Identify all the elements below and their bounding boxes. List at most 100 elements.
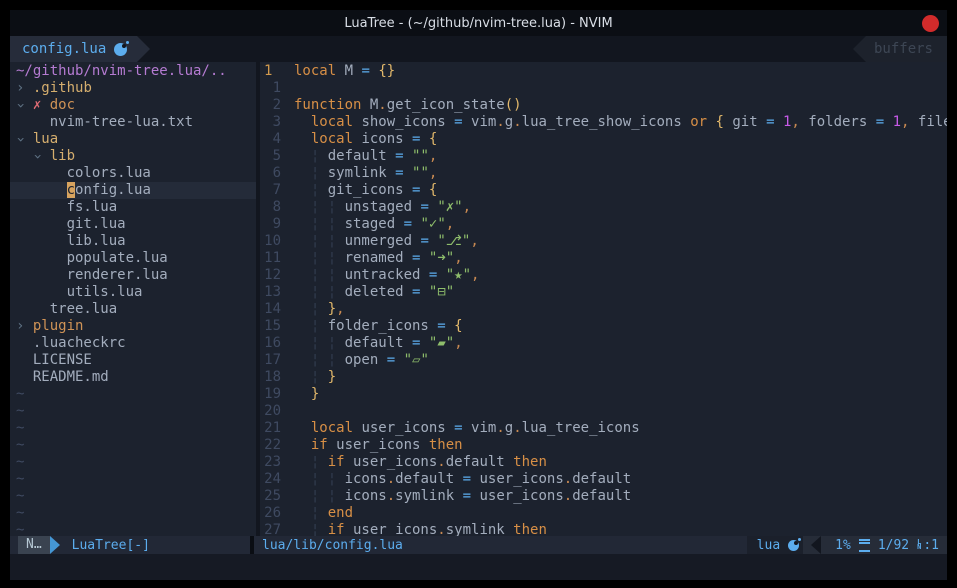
- token: .: [387, 488, 395, 504]
- tree-item-luacheckrc[interactable]: .luacheckrc: [16, 335, 256, 352]
- token: default: [345, 335, 412, 351]
- token: =: [463, 471, 471, 487]
- close-button[interactable]: [922, 15, 939, 32]
- token: default: [328, 148, 395, 164]
- tree-item-renderer-lua[interactable]: renderer.lua: [16, 267, 256, 284]
- code-line[interactable]: 4 local icons = {: [260, 131, 947, 148]
- code-line[interactable]: 9 ¦ ¦ staged = "✓",: [260, 216, 947, 233]
- token: doc: [50, 97, 75, 113]
- token: ¦: [294, 301, 328, 317]
- code-line[interactable]: 10 ¦ ¦ unmerged = "⎇",: [260, 233, 947, 250]
- command-line[interactable]: [10, 554, 947, 580]
- code-line[interactable]: 6 ¦ symlink = "",: [260, 165, 947, 182]
- code-line[interactable]: 16 ¦ ¦ default = "▰",: [260, 335, 947, 352]
- token: [884, 114, 892, 130]
- token: git_icons: [328, 182, 412, 198]
- token: {: [454, 318, 462, 334]
- code-line[interactable]: 5 ¦ default = "",: [260, 148, 947, 165]
- code-text: ¦ folder_icons = {: [290, 318, 947, 335]
- token: [420, 182, 428, 198]
- token: [404, 148, 412, 164]
- tree-item-utils-lua[interactable]: utils.lua: [16, 284, 256, 301]
- code-line[interactable]: 15 ¦ folder_icons = {: [260, 318, 947, 335]
- line-number: 8: [260, 199, 290, 216]
- token: ,: [463, 199, 471, 215]
- token: if: [311, 437, 328, 453]
- tree-item-fs-lua[interactable]: fs.lua: [16, 199, 256, 216]
- code-line[interactable]: 13 ¦ ¦ deleted = "⊟": [260, 284, 947, 301]
- token: user_icons: [353, 420, 454, 436]
- code-line[interactable]: 17 ¦ ¦ open = "▱": [260, 352, 947, 369]
- code-line[interactable]: 26 ¦ end: [260, 505, 947, 522]
- code-line[interactable]: 11 ¦ ¦ renamed = "➜",: [260, 250, 947, 267]
- token: "▰": [429, 335, 454, 351]
- token: symlink: [328, 165, 395, 181]
- buffers-tab[interactable]: buffers: [866, 36, 947, 62]
- tree-item-populate-lua[interactable]: populate.lua: [16, 250, 256, 267]
- token: lib: [50, 148, 75, 164]
- tree-item-doc[interactable]: › ✗ doc: [16, 97, 256, 114]
- token: =: [463, 488, 471, 504]
- token: ¦ ¦: [294, 335, 345, 351]
- status-line: N… LuaTree[-] lua/lib/config.lua lua 1% …: [10, 536, 947, 554]
- token: symlink: [446, 522, 513, 536]
- tree-item-license[interactable]: LICENSE: [16, 352, 256, 369]
- tree-root[interactable]: ~/github/nvim-tree.lua/..: [16, 63, 256, 80]
- code-line[interactable]: 8 ¦ ¦ unstaged = "✗",: [260, 199, 947, 216]
- tree-item-nvim-tree-lua-txt[interactable]: nvim-tree-lua.txt: [16, 114, 256, 131]
- code-line[interactable]: 24 ¦ ¦ icons.default = user_icons.defaul…: [260, 471, 947, 488]
- code-line[interactable]: 25 ¦ ¦ icons.symlink = user_icons.defaul…: [260, 488, 947, 505]
- code-line[interactable]: 22 if user_icons then: [260, 437, 947, 454]
- tree-item-readme-md[interactable]: README.md: [16, 369, 256, 386]
- code-text: local user_icons = vim.g.lua_tree_icons: [290, 420, 947, 437]
- code-line[interactable]: 21 local user_icons = vim.g.lua_tree_ico…: [260, 420, 947, 437]
- token: tree.lua: [16, 301, 117, 317]
- token: ~: [16, 488, 24, 504]
- code-line[interactable]: 1local M = {}: [260, 63, 947, 80]
- code-line[interactable]: 27 ¦ if user_icons.symlink then: [260, 522, 947, 536]
- tree-item-git-lua[interactable]: git.lua: [16, 216, 256, 233]
- code-line[interactable]: 20: [260, 403, 947, 420]
- empty-line: ~: [16, 420, 256, 437]
- code-line[interactable]: 19 }: [260, 386, 947, 403]
- code-line[interactable]: 12 ¦ ¦ untracked = "★",: [260, 267, 947, 284]
- token: renderer.lua: [16, 267, 168, 283]
- token: 1: [893, 114, 901, 130]
- tree-item-config-lua[interactable]: config.lua: [10, 182, 256, 199]
- tree-item-lib-lua[interactable]: lib.lua: [16, 233, 256, 250]
- token: git: [724, 114, 766, 130]
- line-number: 23: [260, 454, 290, 471]
- line-number: 27: [260, 522, 290, 536]
- code-line[interactable]: 1: [260, 80, 947, 97]
- tab-config-lua[interactable]: config.lua: [10, 36, 137, 62]
- token: lua_tree_icons: [522, 420, 640, 436]
- tree-item-lib[interactable]: › lib: [16, 148, 256, 165]
- code-line[interactable]: 7 ¦ git_icons = {: [260, 182, 947, 199]
- code-text: function M.get_icon_state(): [290, 97, 947, 114]
- token: .: [564, 488, 572, 504]
- code-line[interactable]: 3 local show_icons = vim.g.lua_tree_show…: [260, 114, 947, 131]
- tree-item-github[interactable]: › .github: [16, 80, 256, 97]
- code-text: ¦ ¦ unmerged = "⎇",: [290, 233, 947, 250]
- line-number: 19: [260, 386, 290, 403]
- token: =: [404, 216, 412, 232]
- token: folder_icons: [328, 318, 438, 334]
- token: ¦ ¦: [294, 250, 345, 266]
- code-line[interactable]: 18 ¦ }: [260, 369, 947, 386]
- token: [420, 131, 428, 147]
- token: [294, 114, 311, 130]
- code-line[interactable]: 23 ¦ if user_icons.default then: [260, 454, 947, 471]
- tree-item-tree-lua[interactable]: tree.lua: [16, 301, 256, 318]
- token: ,: [429, 148, 437, 164]
- code-text: local icons = {: [290, 131, 947, 148]
- tree-item-plugin[interactable]: › plugin: [16, 318, 256, 335]
- code-text: ¦ ¦ unstaged = "✗",: [290, 199, 947, 216]
- token: g: [505, 114, 513, 130]
- tree-item-lua[interactable]: › lua: [16, 131, 256, 148]
- code-line[interactable]: 14 ¦ },: [260, 301, 947, 318]
- tree-item-colors-lua[interactable]: colors.lua: [16, 165, 256, 182]
- token: default: [395, 471, 462, 487]
- code-line[interactable]: 2function M.get_icon_state(): [260, 97, 947, 114]
- line-number: 14: [260, 301, 290, 318]
- token: =: [395, 165, 403, 181]
